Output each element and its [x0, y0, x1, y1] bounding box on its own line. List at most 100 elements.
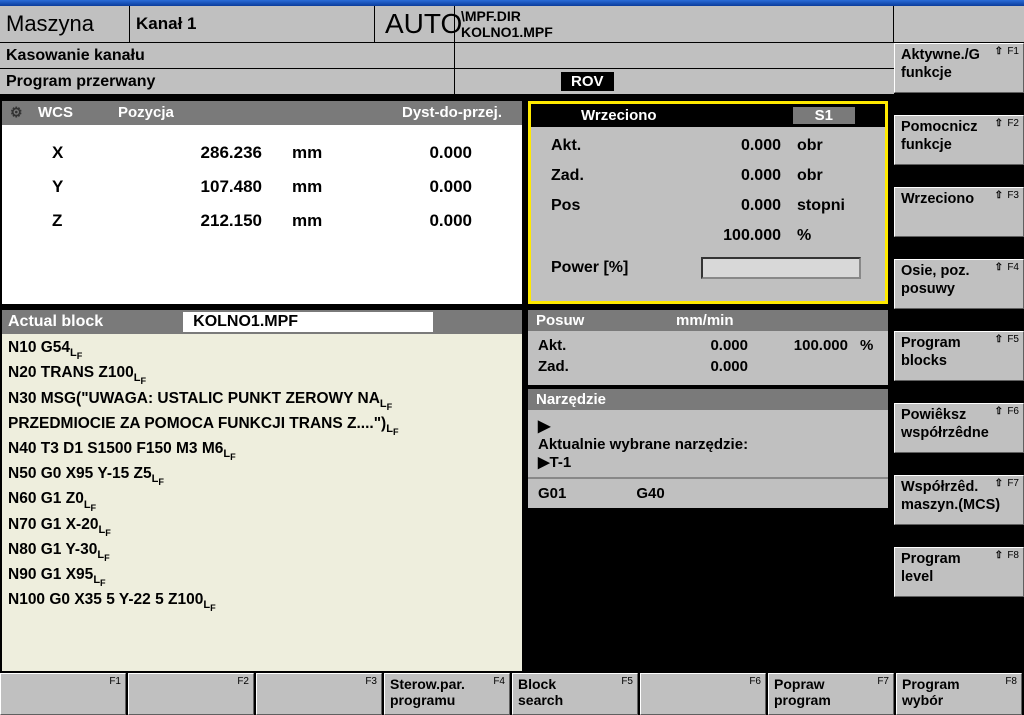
arrow-up-icon: ⇧	[995, 190, 1003, 202]
arrow-up-icon: ⇧	[995, 550, 1003, 562]
tool-header: Narzędzie	[528, 389, 888, 410]
feed-value: 0.000	[648, 358, 748, 375]
program-line: N100 G0 X35 5 Y-22 5 Z100LF	[8, 590, 516, 615]
axis-row-x: X 286.236 mm 0.000	[22, 143, 502, 163]
hsoftkey-6[interactable]: F6	[640, 673, 766, 715]
hsoftkey-block-search[interactable]: F5Blocksearch	[512, 673, 638, 715]
vsoftkey-label: Programlevel	[901, 551, 961, 584]
hsoftkey-label: Sterow.par.programu	[390, 676, 465, 708]
vsoftkey-axes-feed[interactable]: ⇧ F4 Osie, poz.posuwy	[894, 259, 1024, 309]
status-blank1	[455, 43, 894, 69]
vsoftkey-aux-functions[interactable]: ⇧ F2 Pomocniczfunkcje	[894, 115, 1024, 165]
path-file: KOLNO1.MPF	[461, 24, 553, 40]
program-header-label: Actual block	[8, 313, 103, 331]
vsoftkey-program-level[interactable]: ⇧ F8 Programlevel	[894, 547, 1024, 597]
tool-body: ▶ Aktualnie wybrane narzędzie: ▶T-1	[528, 410, 888, 477]
feed-value: 0.000	[648, 337, 748, 354]
hsoftkey-2[interactable]: F2	[128, 673, 254, 715]
spindle-unit: obr	[781, 167, 823, 185]
hsoftkey-correct-program[interactable]: F7 Poprawprogram	[768, 673, 894, 715]
hsoftkey-label: Poprawprogram	[774, 676, 831, 708]
vertical-softkeys: ⇧ F1 Aktywne./Gfunkcje ⇧ F2 Pomocniczfun…	[894, 43, 1024, 673]
fkey-label: F6	[749, 676, 761, 688]
arrow-up-icon: ⇧	[995, 406, 1003, 418]
axis-name: X	[22, 143, 122, 163]
spindle-label: Akt.	[551, 137, 671, 155]
vsoftkey-label: Powiêkszwspółrzêdne	[901, 407, 989, 440]
axis-unit: mm	[262, 211, 332, 231]
fkey-label: F6	[1007, 406, 1019, 418]
feed-body: Akt. 0.000 100.000 % Zad. 0.000	[528, 331, 888, 385]
vsoftkey-mcs[interactable]: ⇧ F7 Współrzêd.maszyn.(MCS)	[894, 475, 1024, 525]
fkey-label: F3	[1007, 190, 1019, 202]
fkey-label: F4	[493, 676, 505, 688]
vsoftkey-label: Programblocks	[901, 335, 961, 368]
rov-cell: ROV	[455, 69, 894, 95]
program-line: N90 G1 X95LF	[8, 565, 516, 590]
tool-selected-value: ▶T-1	[538, 453, 878, 471]
hsoftkey-label: Programwybór	[902, 676, 960, 708]
axis-hdr-wcs: WCS	[38, 104, 118, 122]
hsoftkey-program-control[interactable]: F4 Sterow.par.programu	[384, 673, 510, 715]
program-name-field: KOLNO1.MPF	[183, 312, 433, 332]
vsoftkey-zoom-coords[interactable]: ⇧ F6 Powiêkszwspółrzêdne	[894, 403, 1024, 453]
program-header: Actual block KOLNO1.MPF	[2, 310, 522, 334]
fkey-label: F4	[1007, 262, 1019, 274]
hsoftkey-program-select[interactable]: F8Programwybór	[896, 673, 1022, 715]
feed-override: 100.000	[748, 337, 848, 354]
machine-icon	[10, 104, 38, 122]
axis-pos: 286.236	[122, 143, 262, 163]
vsoftkey-label: Wrzeciono	[901, 191, 974, 207]
feed-label: Zad.	[538, 358, 648, 375]
right-stack: Posuw mm/min Akt. 0.000 100.000 % Zad. 0…	[528, 310, 888, 671]
mode-label: AUTO	[375, 6, 455, 42]
vsoftkey-spindle[interactable]: ⇧ F3 Wrzeciono	[894, 187, 1024, 237]
gcode-g01: G01	[538, 485, 566, 502]
axis-panel: WCS Pozycja Dyst-do-przej. X 286.236 mm …	[2, 101, 522, 304]
hsoftkey-3[interactable]: F3	[256, 673, 382, 715]
axis-row-y: Y 107.480 mm 0.000	[22, 177, 502, 197]
spindle-value: 0.000	[671, 167, 781, 185]
axis-dist: 0.000	[332, 211, 502, 231]
program-line: N20 TRANS Z100LF	[8, 363, 516, 388]
feed-panel: Posuw mm/min Akt. 0.000 100.000 % Zad. 0…	[528, 310, 888, 385]
program-line: N10 G54LF	[8, 338, 516, 363]
fkey-label: F5	[1007, 334, 1019, 346]
spindle-unit: obr	[781, 137, 823, 155]
program-status: Program przerwany	[0, 69, 455, 95]
tool-selected-label: Aktualnie wybrane narzędzie:	[538, 436, 878, 453]
spindle-unit: %	[781, 227, 811, 245]
arrow-up-icon: ⇧	[995, 118, 1003, 130]
play-icon: ▶	[538, 416, 878, 436]
program-line: N50 G0 X95 Y-15 Z5LF	[8, 464, 516, 489]
vsoftkey-label: Osie, poz.posuwy	[901, 263, 970, 296]
spindle-panel: Wrzeciono S1 Akt. 0.000 obr Zad. 0.000 o…	[528, 101, 888, 304]
feed-header: Posuw mm/min	[528, 310, 888, 331]
axis-hdr-dist: Dyst-do-przej.	[268, 104, 514, 122]
spindle-body: Akt. 0.000 obr Zad. 0.000 obr Pos 0.000 …	[531, 127, 885, 301]
program-body: N10 G54LFN20 TRANS Z100LFN30 MSG("UWAGA:…	[2, 334, 522, 619]
tool-title: Narzędzie	[536, 391, 606, 408]
feed-unit: %	[848, 337, 873, 354]
hsoftkey-1[interactable]: F1	[0, 673, 126, 715]
program-line: N80 G1 Y-30LF	[8, 540, 516, 565]
fkey-label: F7	[877, 676, 889, 688]
spindle-row-set: Zad. 0.000 obr	[551, 167, 865, 185]
spindle-label: Zad.	[551, 167, 671, 185]
fkey-label: F3	[365, 676, 377, 688]
spindle-row-power: Power [%]	[551, 257, 865, 279]
program-line: N60 G1 Z0LF	[8, 489, 516, 514]
vsoftkey-program-blocks[interactable]: ⇧ F5 Programblocks	[894, 331, 1024, 381]
axis-header: WCS Pozycja Dyst-do-przej.	[2, 101, 522, 125]
fkey-label: F2	[237, 676, 249, 688]
vsoftkey-g-functions[interactable]: ⇧ F1 Aktywne./Gfunkcje	[894, 43, 1024, 93]
gcode-g40: G40	[636, 485, 664, 502]
axis-name: Y	[22, 177, 122, 197]
horizontal-softkeys: F1 F2 F3 F4 Sterow.par.programu F5Blockse…	[0, 673, 1024, 715]
axis-body: X 286.236 mm 0.000 Y 107.480 mm 0.000 Z …	[2, 125, 522, 263]
vsoftkey-label: Pomocniczfunkcje	[901, 119, 978, 152]
channel-status: Kasowanie kanału	[0, 43, 455, 69]
fkey-label: F8	[1007, 550, 1019, 562]
spindle-value: 100.000	[671, 227, 781, 245]
power-bar	[701, 257, 861, 279]
